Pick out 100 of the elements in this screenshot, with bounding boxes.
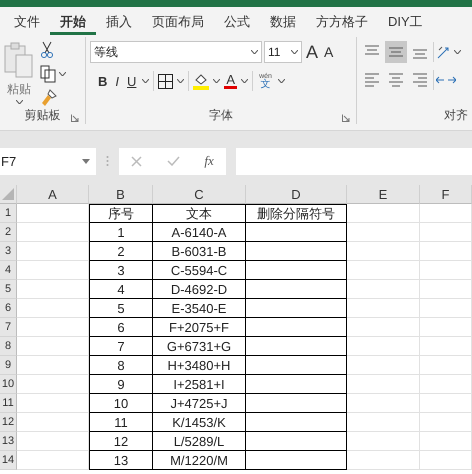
row-header[interactable]: 14 (0, 451, 17, 470)
row-header[interactable]: 12 (0, 413, 17, 432)
paste-label[interactable]: 粘贴 (7, 81, 31, 98)
row-header[interactable]: 10 (0, 375, 17, 394)
table-cell: 10 (89, 394, 153, 413)
ribbon-tab[interactable]: 插入 (96, 7, 142, 35)
caret-icon[interactable] (291, 50, 298, 54)
table-cell (420, 223, 472, 242)
grow-font-button[interactable]: A (304, 43, 320, 61)
align-lines-icon (365, 73, 379, 87)
caret-icon[interactable] (278, 79, 285, 83)
insert-function-button[interactable]: fx (204, 153, 214, 169)
row-header[interactable]: 6 (0, 299, 17, 318)
table-cell (420, 261, 472, 280)
column-header[interactable]: C (153, 185, 246, 204)
table-cell: C-5594-C (153, 261, 246, 280)
column-header[interactable]: E (347, 185, 420, 204)
ribbon-tab[interactable]: 文件 (4, 7, 50, 35)
table-cell: H+3480+H (153, 356, 246, 375)
fill-color-icon[interactable] (193, 72, 210, 90)
column-header[interactable]: B (89, 185, 153, 204)
table-cell: 12 (89, 432, 153, 451)
table-cell (420, 356, 472, 375)
caret-icon[interactable] (454, 50, 461, 54)
name-box[interactable]: F7 (0, 148, 96, 174)
row-header[interactable]: 4 (0, 261, 17, 280)
table-cell (17, 394, 89, 413)
row-header[interactable]: 5 (0, 280, 17, 299)
ribbon-tab[interactable]: 公式 (214, 7, 260, 35)
table-cell: G+6731+G (153, 337, 246, 356)
table-cell (420, 204, 472, 223)
borders-icon[interactable] (158, 74, 174, 88)
font-name-field[interactable]: 等线 (90, 41, 262, 63)
format-painter-icon[interactable] (40, 89, 58, 107)
table-cell: K/1453/K (153, 413, 246, 432)
table-cell: 文本 (153, 204, 246, 223)
table-cell: L/5289/L (153, 432, 246, 451)
row-header[interactable]: 3 (0, 242, 17, 261)
row-header[interactable]: 8 (0, 337, 17, 356)
shrink-font-button[interactable]: A (322, 45, 336, 59)
column-header[interactable]: A (17, 185, 89, 204)
table-cell (420, 375, 472, 394)
caret-icon[interactable] (251, 50, 258, 54)
row-header[interactable]: 9 (0, 356, 17, 375)
row-header[interactable]: 7 (0, 318, 17, 337)
row-header[interactable]: 13 (0, 432, 17, 451)
column-header[interactable]: D (246, 185, 347, 204)
table-cell (17, 337, 89, 356)
dialog-launcher-icon[interactable] (342, 114, 350, 122)
column-header[interactable]: F (420, 185, 472, 204)
ribbon-tab[interactable]: DIY工 (378, 7, 433, 35)
table-cell (420, 413, 472, 432)
table-cell (17, 375, 89, 394)
caret-icon[interactable] (142, 79, 150, 83)
table-cell (17, 451, 89, 470)
group-label: 剪贴板 (24, 107, 60, 124)
caret-icon[interactable] (59, 72, 66, 76)
scissors-icon[interactable] (40, 41, 54, 59)
row-header[interactable]: 11 (0, 394, 17, 413)
table-cell (17, 299, 89, 318)
vertical-align-button[interactable] (385, 41, 407, 63)
caret-icon[interactable] (213, 79, 220, 83)
table-cell (420, 242, 472, 261)
drag-handle-icon[interactable] (106, 155, 109, 167)
caret-icon[interactable] (16, 100, 22, 104)
group-label: 对齐 (444, 106, 468, 124)
table-cell: 删除分隔符号 (246, 204, 347, 223)
italic-button[interactable]: I (113, 74, 122, 88)
table-cell: M/1220/M (153, 451, 246, 470)
formula-field[interactable] (236, 148, 472, 174)
font-color-button[interactable]: A (224, 73, 238, 89)
table-cell (17, 280, 89, 299)
copy-icon[interactable] (40, 65, 56, 83)
table-cell (420, 280, 472, 299)
caret-icon[interactable] (241, 79, 248, 83)
table-cell: 6 (89, 318, 153, 337)
clipboard-icon[interactable] (4, 41, 34, 79)
row-header[interactable]: 2 (0, 223, 17, 242)
ribbon-tab[interactable]: 页面布局 (142, 7, 214, 35)
ribbon-tab[interactable]: 数据 (260, 7, 306, 35)
table-cell (420, 337, 472, 356)
table-cell (17, 413, 89, 432)
table-cell: 2 (89, 242, 153, 261)
dialog-launcher-icon[interactable] (71, 114, 79, 122)
table-cell (420, 451, 472, 470)
bold-button[interactable]: B (96, 74, 110, 88)
table-cell: 13 (89, 451, 153, 470)
underline-button[interactable]: U (125, 74, 138, 88)
row-header[interactable]: 1 (0, 204, 17, 223)
ribbon-tab[interactable]: 方方格子 (306, 7, 378, 35)
table-cell: E-3540-E (153, 299, 246, 318)
table-cell (17, 432, 89, 451)
table-cell (17, 223, 89, 242)
dropdown-icon[interactable] (82, 158, 90, 164)
table-cell (420, 394, 472, 413)
check-icon[interactable] (166, 156, 180, 166)
table-cell: D-4692-D (153, 280, 246, 299)
font-size-field[interactable]: 11 (264, 41, 302, 63)
table-cell (420, 432, 472, 451)
caret-icon[interactable] (177, 79, 184, 83)
